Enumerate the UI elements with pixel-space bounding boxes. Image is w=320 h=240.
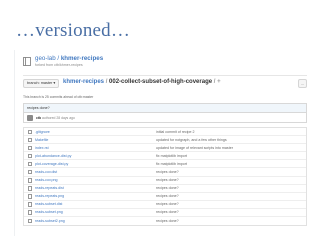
more-options-button[interactable]: … [298, 79, 307, 88]
commit-time: authored 28 days ago [42, 116, 75, 120]
file-icon [28, 178, 32, 183]
breadcrumb: khmer-recipes / 002-collect-subset-of-hi… [63, 79, 221, 85]
file-name-link[interactable]: reads-subset.png [35, 209, 63, 216]
file-row[interactable]: reads-cov.png recipes done? [24, 177, 306, 185]
ahead-status-text: This branch is 25 commits ahead of ctb:m… [23, 95, 94, 99]
file-name-link[interactable]: reads-cov.png [35, 177, 58, 184]
repo-book-icon [23, 57, 31, 66]
file-name-link[interactable]: reads-subset2.png [35, 218, 65, 225]
file-row[interactable]: reads-repeats.png recipes done? [24, 193, 306, 201]
file-row[interactable]: plot-abundance-dist.py fix matplotlib imp… [24, 152, 306, 161]
file-commit-message[interactable]: recipes done? [156, 193, 179, 200]
file-icon [28, 169, 32, 175]
branch-selector-button[interactable]: branch: master ▾ [23, 79, 60, 88]
file-commit-message[interactable]: fix matplotlib import [156, 161, 187, 168]
file-commit-message[interactable]: recipes done? [156, 177, 179, 184]
file-row[interactable]: index.rst updated for image of relevant s… [24, 144, 306, 153]
file-commit-message[interactable]: recipes done? [156, 218, 179, 225]
file-icon [28, 145, 32, 151]
file-commit-message[interactable]: recipes done? [156, 169, 179, 176]
file-row[interactable]: reads-repeats.dist recipes done? [24, 185, 306, 193]
breadcrumb-current-folder: 002-collect-subset-of-high-coverage [109, 79, 213, 85]
file-icon [28, 137, 32, 143]
latest-commit-message[interactable]: recipes done? [24, 104, 306, 113]
branch-bar: branch: master ▾ khmer-recipes / 002-col… [23, 78, 307, 90]
file-icon [28, 161, 32, 167]
repo-title: geo-lab / khmer-recipes [35, 55, 103, 62]
file-name-link[interactable]: reads-cov.dist [35, 169, 57, 176]
file-icon [28, 153, 32, 159]
file-row[interactable]: .gitignore initial commit of recipe 2 [24, 128, 306, 137]
breadcrumb-repo-link[interactable]: khmer-recipes [63, 79, 104, 85]
file-row[interactable]: Makefile updated for notgraph, and a few … [24, 136, 306, 145]
file-commit-message[interactable]: recipes done? [156, 185, 179, 192]
forked-from-text[interactable]: forked from ctb/khmer-recipes [35, 63, 83, 67]
file-icon [28, 194, 32, 199]
file-icon [28, 129, 32, 134]
file-name-link[interactable]: .gitignore [35, 129, 50, 136]
file-name-link[interactable]: index.rst [35, 145, 49, 152]
file-row[interactable]: reads-subset2.png recipes done? [24, 217, 306, 225]
file-commit-message[interactable]: updated for notgraph, and a few other th… [156, 137, 227, 144]
file-commit-message[interactable]: recipes done? [156, 201, 179, 208]
file-name-link[interactable]: Makefile [35, 137, 48, 144]
repo-name-link[interactable]: khmer-recipes [61, 55, 103, 62]
file-name-link[interactable]: reads-repeats.png [35, 193, 64, 200]
repo-owner-link[interactable]: geo-lab [35, 55, 56, 62]
file-row[interactable]: reads-subset.dist recipes done? [24, 201, 306, 209]
commit-author-link[interactable]: ctb [36, 116, 41, 120]
file-row[interactable]: reads-cov.dist recipes done? [24, 168, 306, 177]
file-name-link[interactable]: reads-subset.dist [35, 201, 62, 208]
file-commit-message[interactable]: initial commit of recipe 2 [156, 129, 195, 136]
file-name-link[interactable]: reads-repeats.dist [35, 185, 64, 192]
file-row[interactable]: plot-coverage-dist.py fix matplotlib impo… [24, 160, 306, 169]
author-avatar[interactable] [27, 115, 33, 121]
breadcrumb-add-file[interactable]: / + [212, 79, 221, 85]
header-divider [23, 75, 307, 76]
repo-screenshot: geo-lab / khmer-recipes forked from ctb/… [14, 50, 310, 236]
file-table: .gitignore initial commit of recipe 2 Mak… [23, 127, 307, 227]
repo-header: geo-lab / khmer-recipes forked from ctb/… [23, 55, 307, 73]
file-commit-message[interactable]: fix matplotlib import [156, 153, 187, 160]
commit-meta: ctb authored 28 days ago [36, 116, 75, 120]
slide-title: …versioned… [16, 20, 131, 41]
file-icon [28, 186, 32, 191]
latest-commit-box: recipes done? ctb authored 28 days ago [23, 103, 307, 123]
file-icon [28, 218, 32, 224]
file-icon [28, 210, 32, 215]
file-name-link[interactable]: plot-coverage-dist.py [35, 161, 68, 168]
file-name-link[interactable]: plot-abundance-dist.py [35, 153, 71, 160]
file-commit-message[interactable]: recipes done? [156, 209, 179, 216]
file-row[interactable]: reads-subset.png recipes done? [24, 209, 306, 218]
file-icon [28, 202, 32, 207]
file-commit-message[interactable]: updated for image of relevant scripts in… [156, 145, 233, 152]
